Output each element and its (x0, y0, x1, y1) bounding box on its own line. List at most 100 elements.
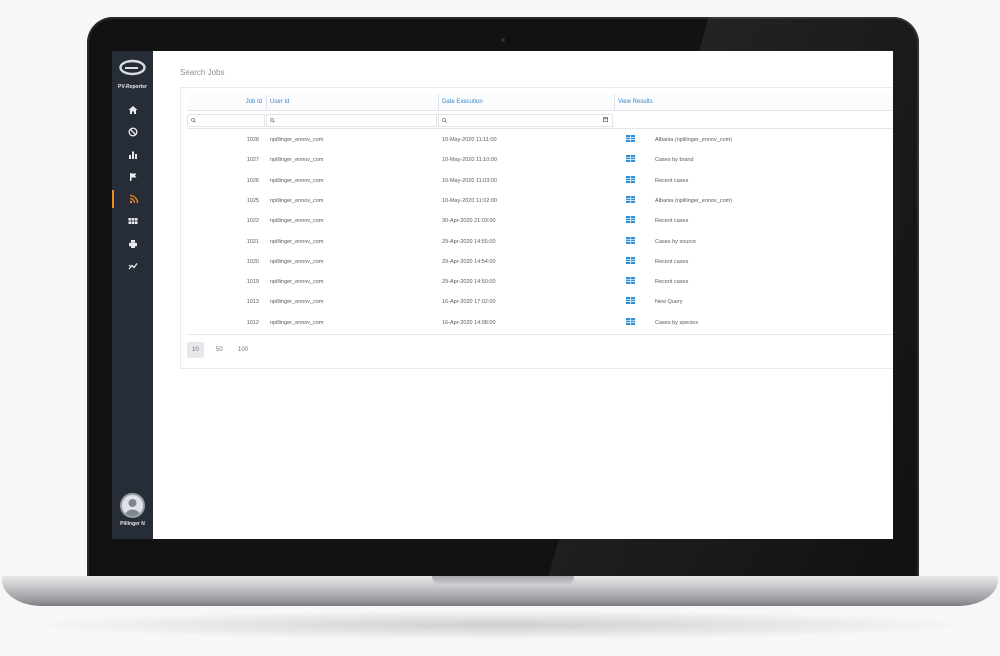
trend-icon (128, 263, 138, 270)
table-row[interactable]: 1028 npillinger_ennov_com 10-May-2020 11:1… (187, 130, 893, 150)
user-id-cell: npillinger_ennov_com (270, 177, 324, 184)
date-execution-cell: 29-Apr-2020 14:55:00 (442, 238, 496, 245)
job-id-cell: 1021 (246, 238, 259, 245)
column-header-job-id[interactable]: Job Id (187, 94, 266, 111)
laptop-shadow (20, 610, 980, 640)
avatar[interactable] (120, 493, 145, 518)
home-icon (128, 106, 137, 114)
view-results-link[interactable]: Cases by species (655, 320, 698, 326)
user-id-cell: npillinger_ennov_com (270, 218, 324, 225)
sidebar-item-print[interactable] (112, 235, 153, 253)
table-header: Job Id User Id Date Execution View Resul… (187, 94, 893, 111)
logo-icon (119, 59, 146, 76)
laptop-notch (432, 576, 574, 586)
user-id-cell: npillinger_ennov_com (270, 279, 324, 286)
column-header-date-execution[interactable]: Date Execution (438, 94, 614, 111)
page-size-100-button[interactable]: 100 (233, 342, 253, 358)
job-id-cell: 1028 (246, 137, 259, 143)
user-id-filter-input[interactable] (266, 114, 437, 127)
camera-dot (501, 38, 505, 42)
page-title: Search Jobs (180, 68, 225, 77)
table-row[interactable]: 1019 npillinger_ennov_com 29-Apr-2020 14:5… (187, 272, 893, 292)
user-icon (125, 499, 140, 516)
job-id-cell: 1019 (246, 279, 259, 286)
job-id-cell: 1027 (246, 157, 259, 164)
block-icon (128, 127, 137, 137)
page-size-selector: 10 50 100 (187, 334, 893, 364)
job-id-cell: 1012 (246, 319, 259, 326)
view-results-link[interactable]: Cases by source (655, 239, 696, 245)
page-size-50-button[interactable]: 50 (211, 342, 228, 358)
date-execution-cell: 29-Apr-2020 14:50:00 (442, 279, 496, 286)
brand-label: PV-Reporter (118, 84, 147, 90)
view-results-link[interactable]: Recent cases (655, 218, 688, 224)
view-results-link[interactable]: New Query (655, 299, 683, 305)
view-results-icon[interactable] (626, 155, 635, 164)
sidebar-item-jobs[interactable] (112, 190, 153, 208)
view-results-link[interactable]: Albania (npillinger_ennov_com) (655, 137, 732, 143)
grid-icon (128, 218, 137, 224)
column-header-user-id[interactable]: User Id (266, 94, 438, 111)
table-row[interactable]: 1022 npillinger_ennov_com 30-Apr-2020 21:0… (187, 211, 893, 231)
sidebar: PV-Reporter Pillinger N (112, 51, 153, 539)
view-results-icon[interactable] (626, 175, 635, 185)
table-row[interactable]: 1021 npillinger_ennov_com 29-Apr-2020 14:5… (187, 232, 893, 252)
date-filter-input[interactable] (438, 114, 613, 127)
sidebar-item-trends[interactable] (112, 257, 153, 275)
view-results-icon[interactable] (626, 256, 635, 266)
search-icon (442, 118, 447, 123)
table-row[interactable]: 1025 npillinger_ennov_com 10-May-2020 11:0… (187, 191, 893, 211)
column-header-view-results[interactable]: View Results (614, 94, 893, 111)
flag-icon (129, 173, 136, 181)
table-row[interactable]: 1026 npillinger_ennov_com 10-May-2020 11:0… (187, 171, 893, 191)
view-results-link[interactable]: Albania (npillinger_ennov_com) (655, 198, 732, 204)
job-id-cell: 1026 (246, 177, 259, 184)
jobs-table: Job Id User Id Date Execution View Resul… (180, 87, 893, 369)
job-id-cell: 1025 (246, 197, 259, 204)
date-execution-cell: 10-May-2020 11:03:00 (442, 177, 497, 184)
app-screen: PV-Reporter Pillinger N Search Jobs Job … (112, 51, 893, 539)
view-results-link[interactable]: Recent cases (655, 279, 688, 285)
date-execution-cell: 29-Apr-2020 14:54:00 (442, 258, 496, 265)
job-id-filter-input[interactable] (187, 114, 265, 127)
sidebar-item-flags[interactable] (112, 168, 153, 186)
sidebar-item-charts[interactable] (112, 146, 153, 164)
page-size-10-button[interactable]: 10 (187, 342, 204, 358)
view-results-icon[interactable] (626, 236, 635, 246)
table-row[interactable]: 1027 npillinger_ennov_com 10-May-2020 11:1… (187, 150, 893, 170)
user-id-cell: npillinger_ennov_com (270, 157, 324, 164)
user-id-cell: npillinger_ennov_com (270, 197, 324, 204)
printer-icon (128, 240, 137, 248)
main-content: Search Jobs Job Id User Id Date Executio… (153, 51, 893, 539)
date-execution-cell: 10-May-2020 11:02:00 (442, 197, 497, 204)
job-id-cell: 1022 (246, 218, 259, 225)
search-icon (191, 118, 196, 123)
table-row[interactable]: 1012 npillinger_ennov_com 16-Apr-2020 14:0… (187, 313, 893, 333)
sidebar-item-grid[interactable] (112, 212, 153, 230)
view-results-icon[interactable] (626, 277, 635, 286)
view-results-link[interactable]: Recent cases (655, 178, 688, 184)
view-results-link[interactable]: Recent cases (655, 259, 688, 265)
date-execution-cell: 30-Apr-2020 21:03:00 (442, 218, 496, 225)
view-results-icon[interactable] (626, 195, 635, 205)
view-results-icon[interactable] (626, 135, 635, 144)
calendar-icon[interactable] (603, 117, 608, 122)
laptop-mockup: PV-Reporter Pillinger N Search Jobs Job … (0, 0, 1000, 656)
job-id-cell: 1020 (246, 258, 259, 265)
view-results-icon[interactable] (626, 297, 635, 306)
view-results-link[interactable]: Cases by brand (655, 157, 694, 163)
date-execution-cell: 10-May-2020 11:10:00 (442, 157, 497, 164)
view-results-icon[interactable] (626, 216, 635, 225)
view-results-icon[interactable] (626, 317, 635, 327)
laptop-base (2, 576, 998, 606)
user-id-cell: npillinger_ennov_com (270, 137, 324, 143)
job-id-cell: 1013 (246, 299, 259, 306)
date-execution-cell: 10-May-2020 11:11:00 (442, 137, 497, 143)
sidebar-item-blocked[interactable] (112, 123, 153, 141)
user-id-cell: npillinger_ennov_com (270, 319, 324, 326)
table-row[interactable]: 1013 npillinger_ennov_com 16-Apr-2020 17:0… (187, 292, 893, 312)
sidebar-item-home[interactable] (112, 101, 153, 119)
table-row[interactable]: 1020 npillinger_ennov_com 29-Apr-2020 14:5… (187, 252, 893, 272)
rss-icon (129, 194, 138, 204)
bar-chart-icon (128, 151, 137, 159)
